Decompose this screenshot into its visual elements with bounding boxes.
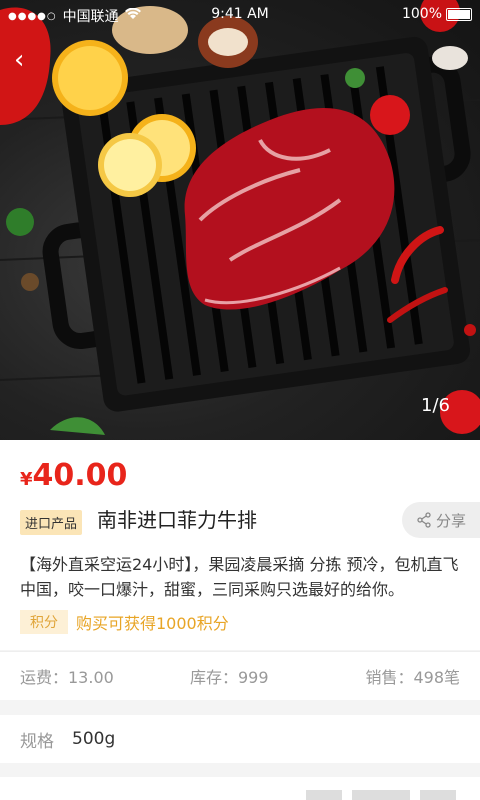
spec-value: 500g — [72, 729, 116, 749]
import-tag: 进口产品 — [20, 510, 83, 535]
product-photo — [0, 0, 480, 435]
battery-percent: 100% — [401, 6, 442, 22]
share-label: 分享 — [435, 511, 466, 530]
quantity-plus-button[interactable] — [420, 790, 456, 800]
stats-row: 运费：13.00 库存：999 销售：498笔 — [0, 651, 480, 700]
product-description: 【海外直采空运24小时】，果园凌晨采摘 分拣 预冷，包机直飞中国，咬一口爆汁，甜… — [20, 555, 459, 599]
share-button[interactable]: 分享 — [402, 502, 480, 538]
shipping-fee: 运费：13.00 — [20, 668, 114, 687]
share-icon — [417, 512, 431, 528]
product-info-panel: ¥40.00 进口产品 南非进口菲力牛排 分享 【海外直采空运24小时】，果园凌… — [0, 440, 480, 650]
product-title: 南非进口菲力牛排 — [97, 508, 257, 532]
points-row: 积分 购买可获得1000积分 — [20, 610, 229, 634]
quantity-input[interactable] — [352, 790, 410, 800]
back-arrow-icon[interactable]: ‹ — [14, 46, 42, 74]
quantity-minus-button[interactable] — [306, 790, 342, 800]
spec-label: 规格 — [20, 731, 54, 752]
sales-count: 销售：498笔 — [365, 668, 460, 687]
points-label: 积分 — [20, 610, 68, 634]
status-bar: ●●●●○ 中国联通 9:41 AM 100% — [0, 0, 480, 32]
price: ¥40.00 — [20, 458, 127, 493]
quantity-row-partial — [0, 777, 480, 800]
stock-count: 库存：999 — [190, 668, 269, 687]
currency-symbol: ¥ — [20, 469, 33, 490]
product-image-gallery[interactable]: ●●●●○ 中国联通 9:41 AM 100% ‹ 1/6 — [0, 0, 480, 440]
points-text: 购买可获得1000积分 — [76, 614, 229, 633]
spec-selector[interactable]: 规格 500g — [0, 715, 480, 763]
price-value: 40.00 — [32, 458, 128, 493]
battery-icon — [446, 7, 472, 21]
gallery-page-indicator: 1/6 — [421, 395, 450, 416]
